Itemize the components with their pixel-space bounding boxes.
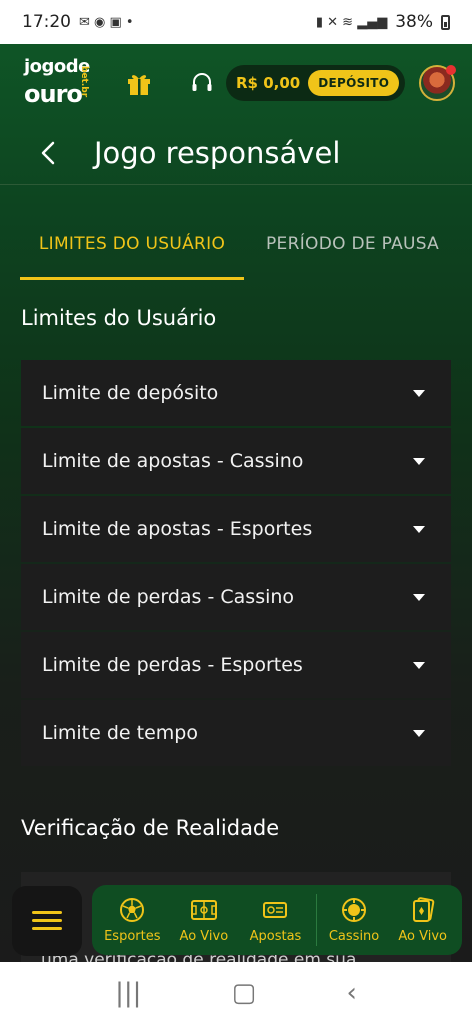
logo-suffix: bet.br: [79, 66, 89, 98]
caret-down-icon: [413, 729, 425, 737]
clock: 17:20: [22, 12, 71, 32]
notification-icons: ✉ ◉ ▣ •: [79, 14, 134, 30]
tab-pause-period[interactable]: PERÍODO DE PAUSA: [266, 220, 439, 280]
nav-label: Cassino: [328, 928, 380, 944]
nav-label: Ao Vivo: [398, 928, 448, 944]
top-bar: jogode ouro bet.br R$ 0,00 DEPÓSITO: [0, 44, 472, 122]
nav-label: Apostas: [249, 928, 302, 944]
limit-item-label: Limite de apostas - Cassino: [42, 450, 304, 472]
poker-chip-icon: [342, 897, 367, 922]
nav-label: Esportes: [104, 928, 161, 944]
back-arrow-icon[interactable]: [38, 138, 58, 168]
nav-item-bets[interactable]: Apostas: [239, 897, 312, 944]
field-icon: [190, 899, 217, 920]
support-headset-icon[interactable]: [190, 71, 214, 95]
nav-item-live-casino[interactable]: Ao Vivo: [387, 896, 458, 944]
header-divider: [0, 184, 472, 185]
nav-item-sports[interactable]: Esportes: [96, 897, 169, 944]
section-title-reality-check: Verificação de Realidade: [21, 816, 280, 840]
system-nav-bar: ||| ▢ ‹: [0, 962, 472, 1024]
recent-apps-icon[interactable]: |||: [115, 978, 141, 1008]
page-header: Jogo responsável: [0, 122, 472, 184]
nav-item-casino[interactable]: Cassino: [321, 897, 388, 944]
limit-item-label: Limite de depósito: [42, 382, 219, 404]
limit-item-losses-casino[interactable]: Limite de perdas - Cassino: [21, 564, 451, 630]
logo-text-bottom: ouro: [24, 80, 83, 108]
limit-item-deposit[interactable]: Limite de depósito: [21, 360, 451, 426]
ticket-icon: [263, 901, 288, 918]
page-title: Jogo responsável: [94, 136, 341, 170]
soccer-ball-icon: [120, 897, 145, 922]
menu-button[interactable]: [12, 886, 82, 956]
tab-bar: LIMITES DO USUÁRIO PERÍODO DE PAUSA: [20, 220, 452, 280]
limit-item-bets-sports[interactable]: Limite de apostas - Esportes: [21, 496, 451, 562]
caret-down-icon: [413, 389, 425, 397]
tab-user-limits[interactable]: LIMITES DO USUÁRIO: [20, 220, 244, 280]
caret-down-icon: [413, 593, 425, 601]
gift-icon[interactable]: [126, 70, 152, 96]
deposit-button[interactable]: DEPÓSITO: [308, 70, 400, 96]
system-back-icon[interactable]: ‹: [346, 978, 356, 1008]
balance-amount: R$ 0,00: [236, 74, 301, 92]
caret-down-icon: [413, 661, 425, 669]
battery-icon: [441, 14, 450, 30]
limit-item-losses-sports[interactable]: Limite de perdas - Esportes: [21, 632, 451, 698]
brand-logo[interactable]: jogode ouro bet.br: [24, 56, 100, 110]
limits-list: Limite de depósito Limite de apostas - C…: [21, 360, 451, 768]
battery-level: 38%: [395, 12, 433, 32]
cards-icon: [412, 896, 435, 922]
app-container: jogode ouro bet.br R$ 0,00 DEPÓSITO Jogo…: [0, 44, 472, 962]
section-title-user-limits: Limites do Usuário: [21, 306, 217, 330]
avatar[interactable]: [419, 65, 457, 101]
balance-pill: R$ 0,00 DEPÓSITO: [226, 65, 406, 101]
status-right: ▮ ✕ ≋ ▂▄▆ 38%: [316, 12, 450, 32]
nav-separator: [315, 894, 317, 946]
nav-item-live[interactable]: Ao Vivo: [169, 897, 240, 944]
bottom-nav: Esportes Ao Vivo Apostas Cassino Ao Vivo: [92, 885, 462, 955]
limit-item-label: Limite de tempo: [42, 722, 198, 744]
signal-icons: ▮ ✕ ≋ ▂▄▆: [315, 14, 388, 30]
limit-item-bets-casino[interactable]: Limite de apostas - Cassino: [21, 428, 451, 494]
home-icon[interactable]: ▢: [232, 978, 257, 1008]
caret-down-icon: [413, 457, 425, 465]
status-bar: 17:20 ✉ ◉ ▣ • ▮ ✕ ≋ ▂▄▆ 38%: [0, 0, 472, 44]
limit-item-label: Limite de perdas - Esportes: [42, 654, 303, 676]
hamburger-icon: [32, 911, 62, 931]
limit-item-label: Limite de apostas - Esportes: [42, 518, 313, 540]
limit-item-label: Limite de perdas - Cassino: [42, 586, 295, 608]
limit-item-time[interactable]: Limite de tempo: [21, 700, 451, 766]
nav-label: Ao Vivo: [179, 928, 229, 944]
status-left: 17:20 ✉ ◉ ▣ •: [22, 12, 134, 32]
caret-down-icon: [413, 525, 425, 533]
